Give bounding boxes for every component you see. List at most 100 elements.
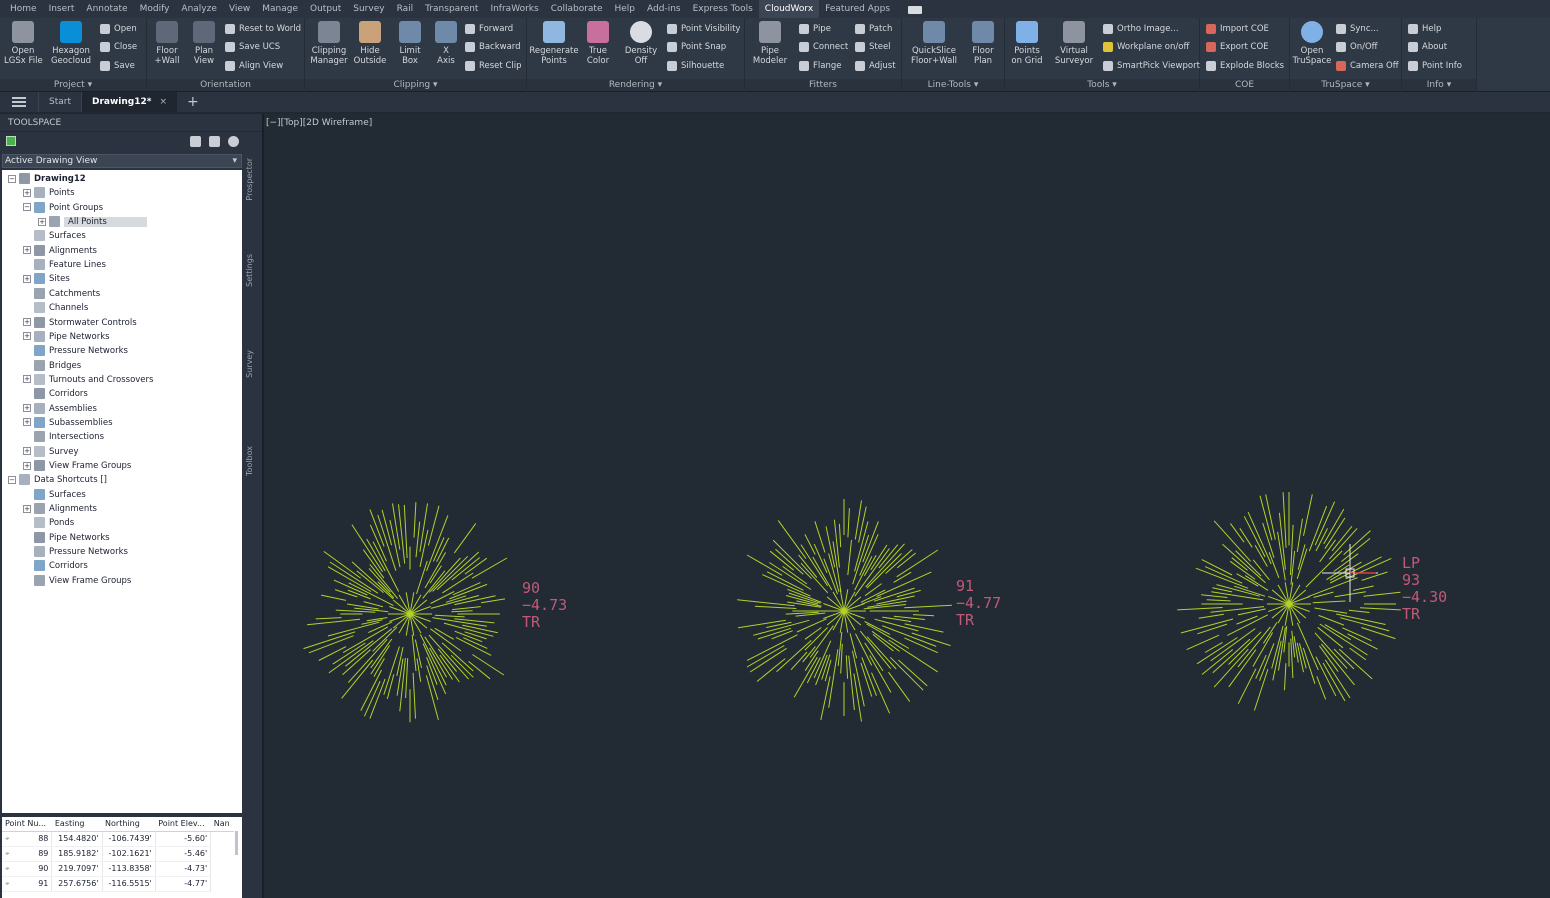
column-header[interactable]: Nan — [210, 817, 234, 832]
save-ucs-button[interactable]: Save UCS — [225, 40, 280, 54]
tree-item[interactable]: Pipe Networks — [23, 531, 110, 545]
tree-item[interactable]: + Stormwater Controls — [23, 316, 137, 330]
info-panel-title[interactable]: Info ▾ — [1402, 79, 1476, 91]
tree-item[interactable]: Feature Lines — [23, 258, 106, 272]
points-on-grid-button[interactable]: Points on Grid — [1009, 21, 1045, 66]
help-button[interactable]: Help — [1408, 22, 1441, 36]
drawing-viewport[interactable]: [−][Top][2D Wireframe] 90 −4.73 TR 91 −4.77 T… — [262, 114, 1550, 898]
side-tab-prospector[interactable]: Prospector — [245, 158, 257, 201]
connect-button[interactable]: Connect — [799, 40, 848, 54]
expand-icon[interactable]: + — [23, 447, 31, 456]
tree-item[interactable]: Surfaces — [23, 488, 86, 502]
table-scrollbar[interactable] — [235, 831, 238, 855]
floor-wall-button[interactable]: Floor +Wall — [151, 21, 183, 66]
column-header[interactable]: Northing — [102, 817, 156, 832]
side-tab-settings[interactable]: Settings — [245, 254, 257, 287]
save-button[interactable]: Save — [100, 59, 135, 73]
about-button[interactable]: About — [1408, 40, 1447, 54]
tree-item[interactable]: Ponds — [23, 516, 74, 530]
steel-button[interactable]: Steel — [855, 40, 891, 54]
toggle-view-icon[interactable] — [190, 136, 201, 147]
hamburger-menu-icon[interactable] — [12, 97, 26, 107]
tree-item[interactable]: + Survey — [23, 445, 79, 459]
ribbon-tab-help[interactable]: Help — [609, 0, 642, 18]
tree-item[interactable]: + View Frame Groups — [23, 459, 131, 473]
expand-icon[interactable]: + — [23, 375, 31, 384]
ribbon-minimize-icon[interactable] — [908, 5, 923, 14]
regenerate-points-button[interactable]: Regenerate Points — [529, 21, 579, 66]
tree-item[interactable]: − Drawing12 — [8, 172, 86, 186]
tree-item[interactable]: + Assemblies — [23, 402, 97, 416]
tree-item[interactable]: Intersections — [23, 430, 104, 444]
reset-to-world-button[interactable]: Reset to World — [225, 22, 301, 36]
expand-icon[interactable]: + — [23, 418, 31, 427]
ribbon-tab-insert[interactable]: Insert — [43, 0, 81, 18]
backward-button[interactable]: Backward — [465, 40, 521, 54]
open-button[interactable]: Open — [100, 22, 137, 36]
expand-icon[interactable]: + — [23, 332, 31, 341]
expand-icon[interactable]: + — [23, 461, 31, 470]
clipping-panel-title[interactable]: Clipping ▾ — [305, 79, 526, 91]
tree-item[interactable]: + Sites — [23, 272, 70, 286]
tab-start[interactable]: Start — [38, 92, 81, 112]
tree-item[interactable]: + Alignments — [23, 502, 97, 516]
reset-clip-button[interactable]: Reset Clip — [465, 59, 522, 73]
camera-off-button[interactable]: Camera Off — [1336, 59, 1399, 73]
align-view-button[interactable]: Align View — [225, 59, 283, 73]
hide-outside-button[interactable]: Hide Outside — [353, 21, 387, 66]
column-header[interactable]: Point Nu... — [2, 817, 52, 832]
true-color-button[interactable]: True Color — [583, 21, 613, 66]
ribbon-tab-collaborate[interactable]: Collaborate — [545, 0, 609, 18]
point-marker[interactable] — [1177, 492, 1401, 711]
close-tab-icon[interactable]: × — [159, 97, 167, 107]
workplane-button[interactable]: Workplane on/off — [1103, 40, 1189, 54]
ribbon-tab-output[interactable]: Output — [304, 0, 347, 18]
table-row[interactable]: ⌖ 90 219.7097' -113.8358' -4.73' — [2, 861, 234, 877]
pipe-button[interactable]: Pipe — [799, 22, 831, 36]
tree-item[interactable]: + Pipe Networks — [23, 330, 110, 344]
tree-item[interactable]: − Point Groups — [23, 201, 103, 215]
table-row[interactable]: ⌖ 91 257.6756' -116.5515' -4.77' — [2, 876, 234, 892]
side-tab-toolbox[interactable]: Toolbox — [245, 446, 257, 476]
ribbon-tab-home[interactable]: Home — [4, 0, 43, 18]
import-coe-button[interactable]: Import COE — [1206, 22, 1269, 36]
tools-panel-title[interactable]: Tools ▾ — [1005, 79, 1199, 91]
plan-view-button[interactable]: Plan View — [187, 21, 221, 66]
tree-item[interactable]: Surfaces — [23, 229, 86, 243]
density-off-button[interactable]: Density Off — [623, 21, 659, 66]
open-truspace-button[interactable]: Open TruSpace — [1292, 21, 1332, 66]
ribbon-tab-transparent[interactable]: Transparent — [419, 0, 484, 18]
ortho-image-button[interactable]: Ortho Image... — [1103, 22, 1179, 36]
ribbon-tab-express-tools[interactable]: Express Tools — [687, 0, 759, 18]
explode-blocks-button[interactable]: Explode Blocks — [1206, 59, 1284, 73]
tab-drawing12[interactable]: Drawing12* × — [81, 92, 178, 112]
tree-item[interactable]: Corridors — [23, 559, 88, 573]
point-marker[interactable] — [303, 502, 508, 723]
tree-item[interactable]: + Turnouts and Crossovers — [23, 373, 153, 387]
expand-icon[interactable]: + — [38, 217, 46, 226]
clipping-manager-button[interactable]: Clipping Manager — [309, 21, 349, 66]
silhouette-button[interactable]: Silhouette — [667, 59, 724, 73]
truspace-panel-title[interactable]: TruSpace ▾ — [1290, 79, 1401, 91]
ribbon-tab-modify[interactable]: Modify — [134, 0, 176, 18]
ribbon-tab-add-ins[interactable]: Add-ins — [641, 0, 687, 18]
hexagon-geocloud-button[interactable]: Hexagon Geocloud — [48, 21, 94, 66]
x-axis-button[interactable]: X Axis — [431, 21, 461, 66]
tree-item[interactable]: Channels — [23, 301, 88, 315]
tree-item[interactable]: − Data Shortcuts [] — [8, 473, 107, 487]
ribbon-tab-annotate[interactable]: Annotate — [80, 0, 133, 18]
forward-button[interactable]: Forward — [465, 22, 513, 36]
collapse-icon[interactable]: − — [8, 174, 16, 183]
expand-icon[interactable]: + — [23, 504, 31, 513]
collapse-icon[interactable]: − — [8, 475, 16, 484]
point-info-button[interactable]: Point Info — [1408, 59, 1462, 73]
expand-icon[interactable]: + — [23, 188, 31, 197]
quickslice-button[interactable]: QuickSlice Floor+Wall — [906, 21, 962, 66]
expand-icon[interactable]: + — [23, 274, 31, 283]
tree-item[interactable]: Pressure Networks — [23, 344, 128, 358]
point-marker[interactable] — [737, 499, 952, 722]
point-visibility-button[interactable]: Point Visibility — [667, 22, 740, 36]
flange-button[interactable]: Flange — [799, 59, 841, 73]
adjust-button[interactable]: Adjust — [855, 59, 896, 73]
virtual-surveyor-button[interactable]: Virtual Surveyor — [1053, 21, 1095, 66]
